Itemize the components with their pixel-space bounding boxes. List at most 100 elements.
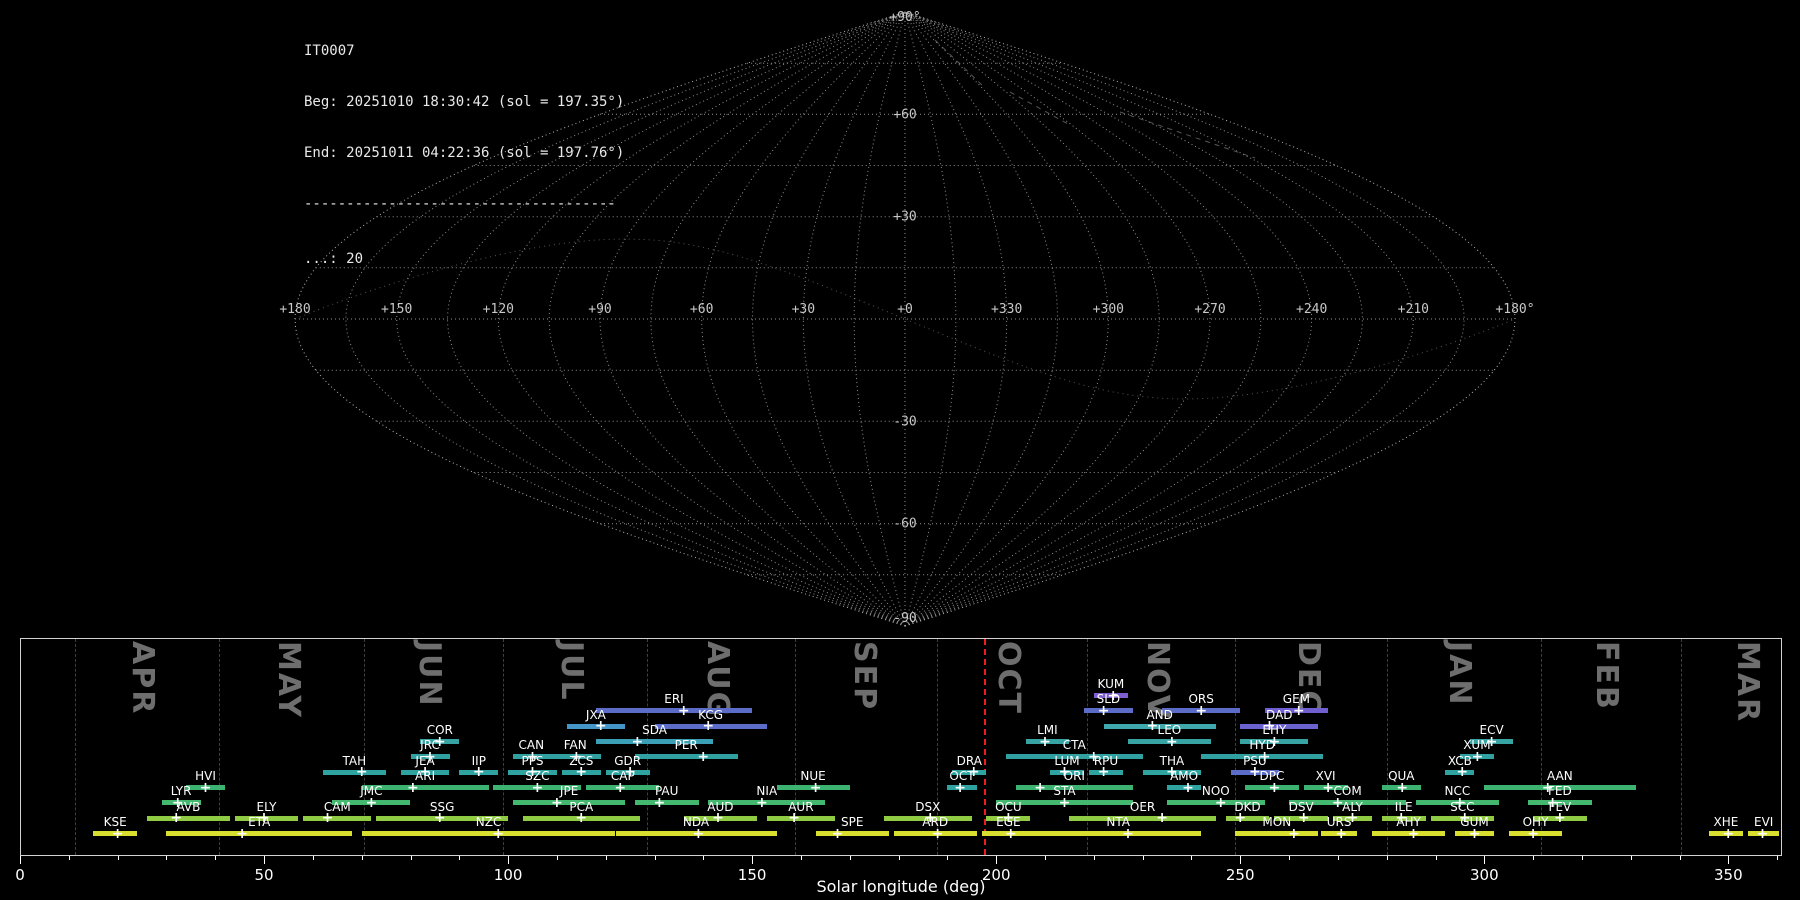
peak-marker: + <box>1554 810 1566 827</box>
peak-marker: + <box>365 794 378 811</box>
shower-code-label: OER <box>1129 799 1156 814</box>
peak-marker: + <box>1756 825 1769 842</box>
peak-marker: + <box>236 825 248 842</box>
axis-minor-tick <box>654 856 656 860</box>
shower-bar <box>146 815 230 821</box>
shower-code-label: SPE <box>840 815 864 829</box>
shower-bar <box>322 769 387 775</box>
peak-marker: + <box>433 810 446 827</box>
axis-minor-tick <box>1191 856 1193 860</box>
month-label: MAY <box>270 641 306 719</box>
peak-marker: + <box>954 779 966 796</box>
month-label: JUN <box>412 641 448 708</box>
month-label: AUG <box>700 641 736 719</box>
month-label: MAR <box>1730 641 1766 724</box>
shower-bar <box>1235 831 1319 836</box>
month-gridline <box>1387 639 1389 855</box>
axis-minor-tick <box>459 856 461 860</box>
axis-minor-tick <box>605 856 607 860</box>
peak-marker: + <box>1297 810 1310 827</box>
axis-minor-tick <box>312 856 314 860</box>
month-gridline <box>1087 639 1089 855</box>
peak-marker: + <box>931 825 944 842</box>
peak-marker: + <box>1182 779 1194 796</box>
peak-marker: + <box>321 810 334 827</box>
shower-code-label: PER <box>674 738 698 753</box>
peak-marker: + <box>531 779 544 796</box>
axis-major-tick <box>1728 856 1730 864</box>
peak-marker: + <box>1722 825 1735 842</box>
month-gridline <box>503 639 505 855</box>
peak-marker: + <box>472 764 485 781</box>
axis-minor-tick <box>947 856 949 860</box>
axis-minor-tick <box>410 856 412 860</box>
axis-minor-tick <box>849 856 851 860</box>
current-sol-line <box>984 639 987 855</box>
shower-code-label: ETA <box>248 815 271 829</box>
peak-marker: + <box>355 764 368 781</box>
axis-minor-tick <box>1045 856 1046 860</box>
peak-marker: + <box>1288 825 1300 842</box>
peak-marker: + <box>614 779 627 796</box>
peak-marker: + <box>1407 825 1420 842</box>
axis-minor-tick <box>361 856 363 860</box>
axis-minor-tick <box>1093 856 1095 860</box>
shower-code-label: SDA <box>642 723 667 737</box>
axis-minor-tick <box>1142 856 1144 860</box>
month-gridline <box>647 639 649 855</box>
axis-major-tick <box>1484 856 1486 864</box>
shower-code-label: ORI <box>1063 769 1085 783</box>
peak-marker: + <box>1004 825 1017 842</box>
axis-minor-tick <box>1679 856 1681 860</box>
month-label: APR <box>124 641 160 716</box>
axis-minor-tick <box>215 856 217 860</box>
axis-tick-label: 250 <box>1225 866 1255 884</box>
peak-marker: + <box>1214 794 1227 811</box>
axis-minor-tick <box>556 856 558 860</box>
activity-timeline: Solar longitude (deg) APR MAY JUN JUL AUG SEP… <box>0 0 1800 900</box>
month-gridline <box>1680 639 1682 855</box>
shower-bar <box>595 708 753 714</box>
axis-major-tick <box>996 856 998 864</box>
axis-minor-tick <box>166 856 168 860</box>
axis-minor-tick <box>117 856 119 860</box>
peak-marker: + <box>1097 702 1110 719</box>
peak-marker: + <box>702 718 715 735</box>
peak-marker: + <box>788 810 800 827</box>
peak-marker: + <box>170 810 183 827</box>
shower-bar <box>1035 831 1202 836</box>
peak-marker: + <box>594 718 607 735</box>
meteor-radiant-screen: IT0007 Beg: 20251010 18:30:42 (sol = 197… <box>0 0 1800 900</box>
month-gridline <box>219 639 221 855</box>
peak-marker: + <box>692 825 705 842</box>
peak-marker: + <box>111 825 124 842</box>
axis-minor-tick <box>1581 856 1583 860</box>
shower-bar <box>166 831 352 836</box>
peak-marker: + <box>712 810 724 827</box>
axis-minor-tick <box>1386 856 1388 860</box>
shower-code-label: CTA <box>1062 738 1086 753</box>
shower-bar <box>303 815 372 821</box>
peak-marker: + <box>1468 825 1481 842</box>
month-gridline <box>74 639 76 855</box>
peak-marker: + <box>1039 733 1051 750</box>
peak-marker: + <box>1034 779 1046 796</box>
axis-minor-tick <box>1289 856 1290 860</box>
peak-marker: + <box>653 794 666 811</box>
peak-marker: + <box>1195 702 1208 719</box>
peak-marker: + <box>1292 702 1305 719</box>
axis-minor-tick <box>898 856 900 860</box>
peak-marker: + <box>1097 764 1110 781</box>
peak-marker: + <box>492 825 505 842</box>
x-axis-title: Solar longitude (deg) <box>816 877 986 896</box>
axis-minor-tick <box>68 856 70 860</box>
peak-marker: + <box>1527 825 1539 842</box>
shower-bar <box>635 800 699 806</box>
peak-marker: + <box>1122 825 1134 842</box>
peak-marker: + <box>809 779 822 796</box>
axis-tick-label: 150 <box>737 866 767 884</box>
peak-marker: + <box>551 794 563 811</box>
axis-minor-tick <box>1337 856 1339 860</box>
peak-marker: + <box>1335 825 1348 842</box>
month-label: JAN <box>1442 641 1478 707</box>
